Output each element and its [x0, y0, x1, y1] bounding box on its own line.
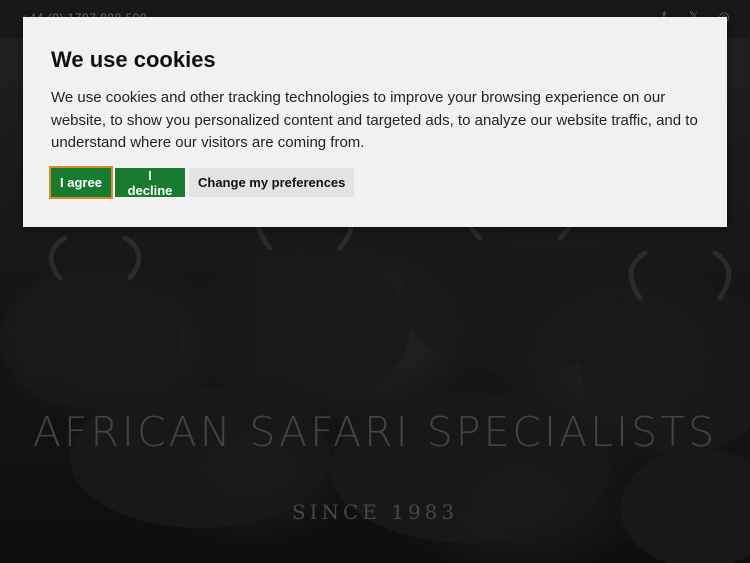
cookie-buttons: I agree I decline Change my preferences: [49, 165, 699, 199]
decline-button[interactable]: I decline: [115, 167, 185, 198]
cookie-banner-title: We use cookies: [51, 47, 216, 72]
agree-button[interactable]: I agree: [49, 165, 113, 199]
cookie-consent-banner: We use cookies We use cookies and other …: [23, 17, 727, 227]
cookie-banner-text: We use cookies and other tracking techno…: [51, 89, 698, 151]
change-preferences-button[interactable]: Change my preferences: [189, 167, 355, 197]
